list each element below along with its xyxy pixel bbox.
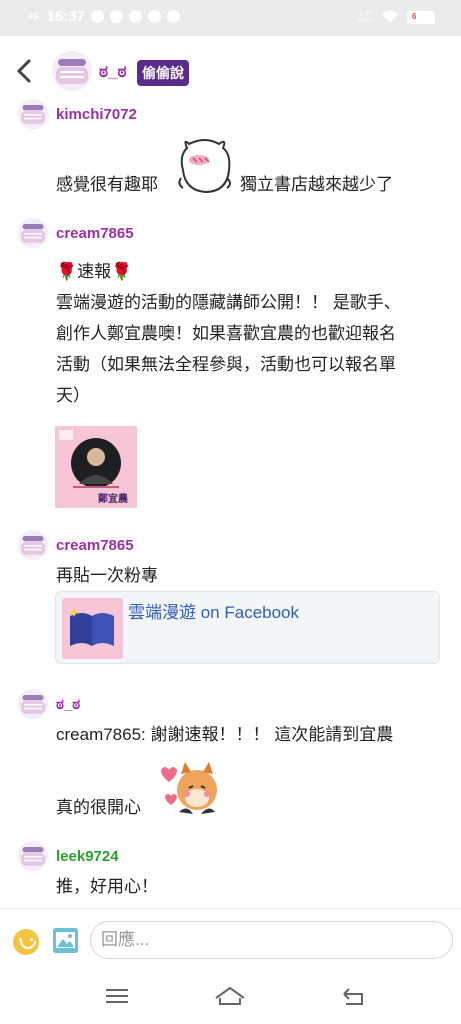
comment-text: cream7865: 謝謝速報！！！ 這次能請到宜農 xyxy=(56,725,394,744)
header: ಠ_ಠ 偷偷說 xyxy=(0,36,461,106)
comment-text: 推，好用心！ xyxy=(56,877,158,896)
comment-text: 🌹速報🌹 雲端漫遊的活動的隱藏講師公開！！ 是歌手、 創作人鄭宜農噢！如果喜歡宜… xyxy=(56,256,401,411)
avatar[interactable] xyxy=(18,689,48,719)
return-icon[interactable] xyxy=(338,984,368,1008)
comment-text: 再貼一次粉專 xyxy=(56,566,158,585)
poster-caption: 鄭宜農 xyxy=(98,494,128,505)
board-badge[interactable]: 偷偷說 xyxy=(137,60,189,86)
app-icon xyxy=(167,10,181,23)
author-name[interactable]: cream7865 xyxy=(56,225,134,242)
status-left: 4G 16:37 xyxy=(28,8,181,25)
author-name[interactable]: leek9724 xyxy=(56,848,119,865)
author-name[interactable]: cream7865 xyxy=(56,537,134,554)
network-indicator: 4G xyxy=(28,11,39,21)
comment-text-part: 獨立書店越來越少了 xyxy=(240,175,393,194)
avatar[interactable] xyxy=(18,99,48,129)
comment-text-part: 感覺很有趣耶 xyxy=(56,175,158,194)
home-icon[interactable] xyxy=(214,984,245,1008)
book-icon xyxy=(62,598,123,659)
avatar[interactable] xyxy=(18,841,48,871)
comment-author[interactable]: kimchi7072 xyxy=(18,99,137,129)
reply-input[interactable]: 回應... xyxy=(90,921,453,959)
avatar[interactable] xyxy=(18,530,48,560)
event-poster-image[interactable]: 鄭宜農 xyxy=(55,426,137,508)
comment-author[interactable]: cream7865 xyxy=(18,218,134,248)
comment-line: 天） xyxy=(56,386,90,405)
image-icon[interactable] xyxy=(53,928,78,953)
messenger-icon xyxy=(91,10,105,23)
comment-author[interactable]: leek9724 xyxy=(18,841,119,871)
comment-text: 感覺很有趣耶 xyxy=(56,169,158,200)
comment-text: 獨立書店越來越少了 xyxy=(240,169,393,200)
comment-text: 真的很開心 xyxy=(56,798,141,817)
network-speed: 1.50 KB/s xyxy=(358,10,373,24)
menu-icon[interactable] xyxy=(102,984,132,1008)
reply-bar: 回應... xyxy=(0,908,461,970)
comment-line: 雲端漫遊的活動的隱藏講師公開！！ 是歌手、 xyxy=(56,293,401,312)
comment-line: 活動（如果無法全程參與，活動也可以報名單 xyxy=(56,355,396,374)
status-time: 16:37 xyxy=(46,8,86,25)
link-preview-card[interactable]: 雲端漫遊 on Facebook xyxy=(55,591,440,664)
twitter-icon xyxy=(129,10,143,23)
fox-hearts-sticker xyxy=(157,756,221,825)
author-name[interactable]: ಠ_ಠ xyxy=(56,696,80,713)
status-bar: 4G 16:37 1.50 KB/s 6 xyxy=(0,0,461,36)
play-icon xyxy=(110,10,124,23)
smile-icon[interactable] xyxy=(13,929,39,955)
leaf-icon xyxy=(148,10,162,23)
comment-line: 🌹速報🌹 xyxy=(56,262,133,281)
avatar[interactable] xyxy=(18,218,48,248)
author-name[interactable]: kimchi7072 xyxy=(56,106,137,123)
chevron-left-icon[interactable] xyxy=(16,58,32,89)
board-name[interactable]: ಠ_ಠ xyxy=(99,62,126,82)
battery-icon: 6 xyxy=(407,10,435,24)
comment-author[interactable]: cream7865 xyxy=(18,530,134,560)
status-right: 1.50 KB/s 6 xyxy=(358,10,435,24)
avatar[interactable] xyxy=(52,51,92,91)
bear-sticker xyxy=(175,134,235,207)
battery-level: 6 xyxy=(412,11,417,21)
speed-value: 1.50 xyxy=(358,10,373,17)
speed-unit: KB/s xyxy=(358,17,373,24)
link-title[interactable]: 雲端漫遊 on Facebook xyxy=(128,598,299,623)
comment-line: 創作人鄭宜農噢！如果喜歡宜農的也歡迎報名 xyxy=(56,324,396,343)
system-nav-bar xyxy=(0,970,461,1024)
comment-author[interactable]: ಠ_ಠ xyxy=(18,689,80,719)
wifi-icon xyxy=(382,10,398,23)
